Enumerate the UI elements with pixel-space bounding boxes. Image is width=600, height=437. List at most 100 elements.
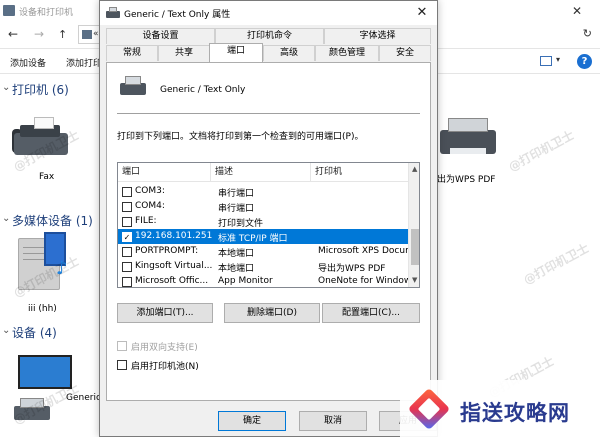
- fax-label: Fax: [39, 172, 55, 182]
- bidirectional-label: 启用双向支持(E): [131, 343, 198, 353]
- port-checkbox[interactable]: [122, 202, 132, 212]
- port-description: 本地端口: [218, 264, 255, 274]
- port-description: 串行端口: [218, 189, 255, 199]
- port-checkbox[interactable]: [122, 247, 132, 257]
- port-checkbox[interactable]: [122, 217, 132, 227]
- port-checkbox[interactable]: [122, 187, 132, 197]
- site-logo: 指送攻略网: [400, 380, 600, 437]
- column-header-printer[interactable]: 打印机: [311, 163, 408, 182]
- divider: [117, 113, 420, 114]
- configure-port-button[interactable]: 配置端口(C)...: [322, 303, 420, 323]
- ports-list-scrollbar[interactable]: ▲ ▼: [408, 163, 419, 287]
- generic-printer-label: Generic: [66, 393, 101, 403]
- scroll-up-icon[interactable]: ▲: [412, 165, 417, 173]
- group-devices[interactable]: ⌄ 设备 (4): [0, 324, 100, 344]
- refresh-icon[interactable]: ↻: [583, 27, 592, 40]
- port-name: FILE:: [135, 216, 157, 226]
- view-icon: [540, 56, 552, 66]
- port-printer: 导出为WPS PDF: [318, 264, 386, 274]
- port-description: 本地端口: [218, 249, 255, 259]
- music-note-icon: ♪: [56, 258, 68, 279]
- fax-device-icon[interactable]: [12, 117, 70, 157]
- location-icon: [82, 30, 92, 39]
- port-checkbox-checked[interactable]: ✓: [122, 232, 132, 242]
- dialog-titlebar: Generic / Text Only 属性 ✕: [100, 1, 437, 25]
- port-description: 串行端口: [218, 204, 255, 214]
- bidirectional-checkbox: [117, 341, 127, 351]
- back-arrow-icon[interactable]: ←: [8, 27, 18, 41]
- printer-pooling-label: 启用打印机池(N): [131, 362, 199, 372]
- tab-printer-commands[interactable]: 打印机命令: [215, 28, 324, 44]
- group-printers-label: 打印机 (6): [12, 83, 69, 97]
- tab-font-selection[interactable]: 字体选择: [324, 28, 431, 44]
- port-description: App Monitor: [218, 276, 273, 286]
- ports-tab-panel: Generic / Text Only 打印到下列端口。文档将打印到第一个检查到…: [106, 62, 431, 401]
- tab-sharing[interactable]: 共享: [158, 45, 210, 61]
- forward-arrow-icon[interactable]: →: [34, 27, 44, 41]
- chevron-down-icon: ▾: [556, 55, 561, 64]
- port-row[interactable]: FILE: 打印到文件: [118, 214, 408, 229]
- explorer-close-icon[interactable]: ✕: [554, 0, 600, 22]
- pdf-printer-label: 出为WPS PDF: [437, 175, 496, 185]
- group-media-label: 多媒体设备 (1): [12, 214, 93, 228]
- chevron-down-icon: ⌄: [2, 82, 11, 93]
- port-row-selected[interactable]: ✓ 192.168.101.251 标准 TCP/IP 端口: [118, 229, 408, 244]
- port-name: 192.168.101.251: [135, 231, 213, 241]
- port-checkbox[interactable]: [122, 262, 132, 272]
- scrollbar-thumb[interactable]: [411, 229, 419, 265]
- tab-advanced[interactable]: 高级: [263, 45, 315, 61]
- scroll-down-icon[interactable]: ▼: [412, 276, 417, 284]
- generic-printer-icon[interactable]: [14, 398, 50, 420]
- chevron-down-icon: ⌄: [2, 213, 11, 224]
- port-name: PORTPROMPT:: [135, 246, 199, 256]
- port-description: 打印到文件: [218, 219, 264, 229]
- pdf-printer-icon[interactable]: [440, 112, 496, 156]
- printer-icon: [106, 7, 120, 18]
- add-device-button[interactable]: 添加设备: [10, 56, 46, 69]
- group-devices-label: 设备 (4): [12, 326, 57, 340]
- watermark: @打印机卫士: [521, 240, 592, 288]
- cancel-button[interactable]: 取消: [299, 411, 367, 431]
- column-header-port[interactable]: 端口: [118, 163, 211, 182]
- port-name: Kingsoft Virtual...: [135, 261, 213, 271]
- add-printer-button[interactable]: 添加打印: [66, 56, 102, 69]
- breadcrumb-overflow-icon[interactable]: «: [93, 29, 99, 39]
- port-name: COM3:: [135, 186, 165, 196]
- control-panel-icon: [3, 5, 15, 16]
- port-name: COM4:: [135, 201, 165, 211]
- view-options-button[interactable]: ▾: [540, 55, 564, 68]
- group-printers[interactable]: ⌄ 打印机 (6): [0, 81, 100, 101]
- port-row[interactable]: COM3: 串行端口: [118, 184, 408, 199]
- delete-port-button[interactable]: 删除端口(D): [224, 303, 320, 323]
- monitor-icon[interactable]: [18, 355, 72, 389]
- add-port-button[interactable]: 添加端口(T)...: [117, 303, 213, 323]
- chevron-down-icon: ⌄: [2, 325, 11, 336]
- tab-security[interactable]: 安全: [379, 45, 431, 61]
- port-printer: Microsoft XPS Docum: [318, 246, 410, 256]
- tab-general[interactable]: 常规: [106, 45, 158, 61]
- ports-description: 打印到下列端口。文档将打印到第一个检查到的可用端口(P)。: [117, 132, 364, 142]
- port-row[interactable]: Kingsoft Virtual... 本地端口 导出为WPS PDF: [118, 259, 408, 274]
- ok-button[interactable]: 确定: [218, 411, 286, 431]
- printer-name: Generic / Text Only: [160, 85, 246, 95]
- column-header-description[interactable]: 描述: [211, 163, 311, 182]
- printer-pooling-checkbox[interactable]: [117, 360, 127, 370]
- port-checkbox[interactable]: [122, 277, 132, 287]
- port-description: 标准 TCP/IP 端口: [218, 234, 288, 244]
- group-media[interactable]: ⌄ 多媒体设备 (1): [0, 212, 100, 232]
- port-printer: OneNote for Windows: [318, 276, 410, 286]
- port-row[interactable]: COM4: 串行端口: [118, 199, 408, 214]
- watermark: @打印机卫士: [506, 127, 577, 175]
- dialog-close-icon[interactable]: ✕: [407, 1, 437, 25]
- explorer-title: 设备和打印机: [19, 8, 74, 18]
- ports-list[interactable]: 端口 描述 打印机 COM3: 串行端口 COM4: 串行端口 FILE: 打印…: [117, 162, 420, 288]
- port-row[interactable]: Microsoft Offic... App Monitor OneNote f…: [118, 274, 410, 287]
- dialog-title: Generic / Text Only 属性: [124, 10, 231, 20]
- printer-properties-dialog: Generic / Text Only 属性 ✕ 设备设置 打印机命令 字体选择…: [99, 0, 438, 437]
- up-arrow-icon[interactable]: ↑: [58, 28, 67, 41]
- port-row[interactable]: PORTPROMPT: 本地端口 Microsoft XPS Docum: [118, 244, 410, 259]
- tab-device-settings[interactable]: 设备设置: [106, 28, 215, 44]
- help-icon[interactable]: ?: [577, 54, 592, 69]
- tab-ports[interactable]: 端口: [209, 43, 263, 62]
- tab-color-management[interactable]: 颜色管理: [315, 45, 379, 61]
